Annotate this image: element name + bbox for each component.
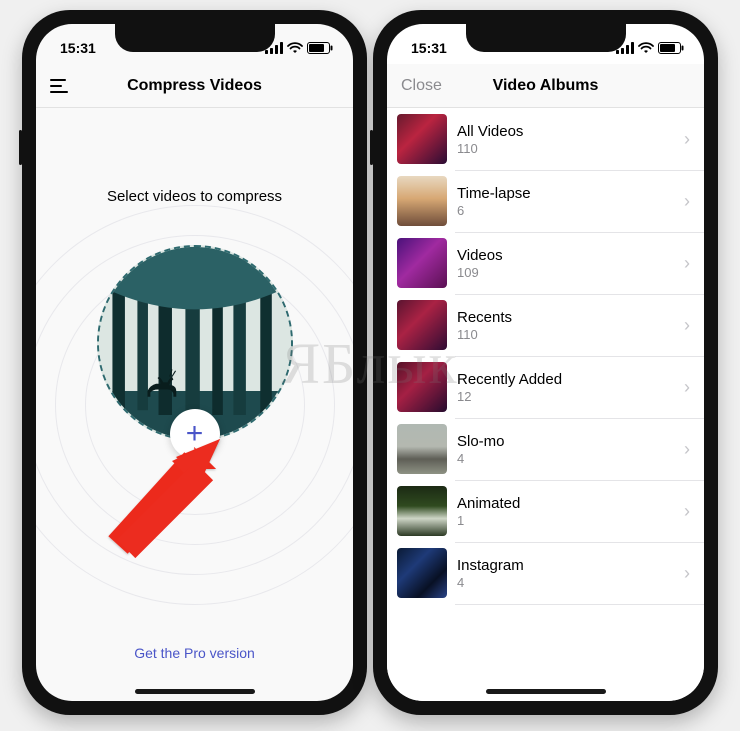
album-meta: Recents 110 xyxy=(457,309,674,342)
forest-illustration-wrap: + xyxy=(97,245,293,441)
picker-area: Select videos to compress xyxy=(36,108,353,701)
battery-icon xyxy=(658,42,684,54)
nav-bar-right: Close Video Albums xyxy=(387,64,704,108)
album-count: 110 xyxy=(457,327,674,342)
album-count: 6 xyxy=(457,203,674,218)
album-row[interactable]: Videos 109 › xyxy=(387,232,704,294)
add-video-button[interactable]: + xyxy=(170,409,220,459)
chevron-right-icon: › xyxy=(684,501,690,522)
status-right xyxy=(616,42,684,54)
album-thumbnail xyxy=(397,114,447,164)
chevron-right-icon: › xyxy=(684,563,690,584)
phone-frame-right: 15:31 Close Video Albums xyxy=(373,10,718,715)
battery-icon xyxy=(307,42,333,54)
wifi-icon xyxy=(638,42,654,54)
phone-frame-left: 15:31 Compress Videos xyxy=(22,10,367,715)
screen-right: 15:31 Close Video Albums xyxy=(387,24,704,701)
album-thumbnail xyxy=(397,238,447,288)
album-thumbnail xyxy=(397,424,447,474)
album-name: Slo-mo xyxy=(457,433,674,450)
chevron-right-icon: › xyxy=(684,253,690,274)
album-thumbnail xyxy=(397,176,447,226)
nav-title-left: Compress Videos xyxy=(127,77,262,95)
nav-title-right: Video Albums xyxy=(493,77,599,95)
album-row[interactable]: Recents 110 › xyxy=(387,294,704,356)
album-meta: Animated 1 xyxy=(457,495,674,528)
album-meta: Slo-mo 4 xyxy=(457,433,674,466)
album-thumbnail xyxy=(397,362,447,412)
nav-bar-left: Compress Videos xyxy=(36,64,353,108)
status-right xyxy=(265,42,333,54)
album-count: 110 xyxy=(457,141,674,156)
wifi-icon xyxy=(287,42,303,54)
status-time: 15:31 xyxy=(60,40,96,56)
notch xyxy=(115,24,275,52)
chevron-right-icon: › xyxy=(684,377,690,398)
close-button[interactable]: Close xyxy=(401,77,442,95)
notch xyxy=(466,24,626,52)
album-thumbnail xyxy=(397,486,447,536)
album-name: All Videos xyxy=(457,123,674,140)
album-row[interactable]: Recently Added 12 › xyxy=(387,356,704,418)
album-name: Recently Added xyxy=(457,371,674,388)
album-row[interactable]: Time-lapse 6 › xyxy=(387,170,704,232)
album-name: Animated xyxy=(457,495,674,512)
prompt-text: Select videos to compress xyxy=(107,188,282,205)
chevron-right-icon: › xyxy=(684,439,690,460)
album-row[interactable]: Instagram 4 › xyxy=(387,542,704,604)
album-meta: Instagram 4 xyxy=(457,557,674,590)
album-row[interactable]: All Videos 110 › xyxy=(387,108,704,170)
menu-icon[interactable] xyxy=(50,79,68,93)
album-count: 1 xyxy=(457,513,674,528)
album-count: 4 xyxy=(457,451,674,466)
album-thumbnail xyxy=(397,548,447,598)
home-indicator[interactable] xyxy=(135,689,255,694)
album-name: Videos xyxy=(457,247,674,264)
status-time: 15:31 xyxy=(411,40,447,56)
album-meta: All Videos 110 xyxy=(457,123,674,156)
chevron-right-icon: › xyxy=(684,129,690,150)
chevron-right-icon: › xyxy=(684,315,690,336)
chevron-right-icon: › xyxy=(684,191,690,212)
album-list: All Videos 110 › Time-lapse 6 › xyxy=(387,108,704,701)
main-content-left: Select videos to compress xyxy=(36,108,353,701)
album-thumbnail xyxy=(397,300,447,350)
album-meta: Videos 109 xyxy=(457,247,674,280)
album-count: 109 xyxy=(457,265,674,280)
plus-icon: + xyxy=(186,417,204,451)
album-count: 12 xyxy=(457,389,674,404)
home-indicator[interactable] xyxy=(486,689,606,694)
album-meta: Time-lapse 6 xyxy=(457,185,674,218)
screen-left: 15:31 Compress Videos xyxy=(36,24,353,701)
album-row[interactable]: Slo-mo 4 › xyxy=(387,418,704,480)
album-name: Recents xyxy=(457,309,674,326)
album-meta: Recently Added 12 xyxy=(457,371,674,404)
album-count: 4 xyxy=(457,575,674,590)
album-row[interactable]: Animated 1 › xyxy=(387,480,704,542)
album-name: Instagram xyxy=(457,557,674,574)
get-pro-link[interactable]: Get the Pro version xyxy=(36,645,353,661)
album-name: Time-lapse xyxy=(457,185,674,202)
